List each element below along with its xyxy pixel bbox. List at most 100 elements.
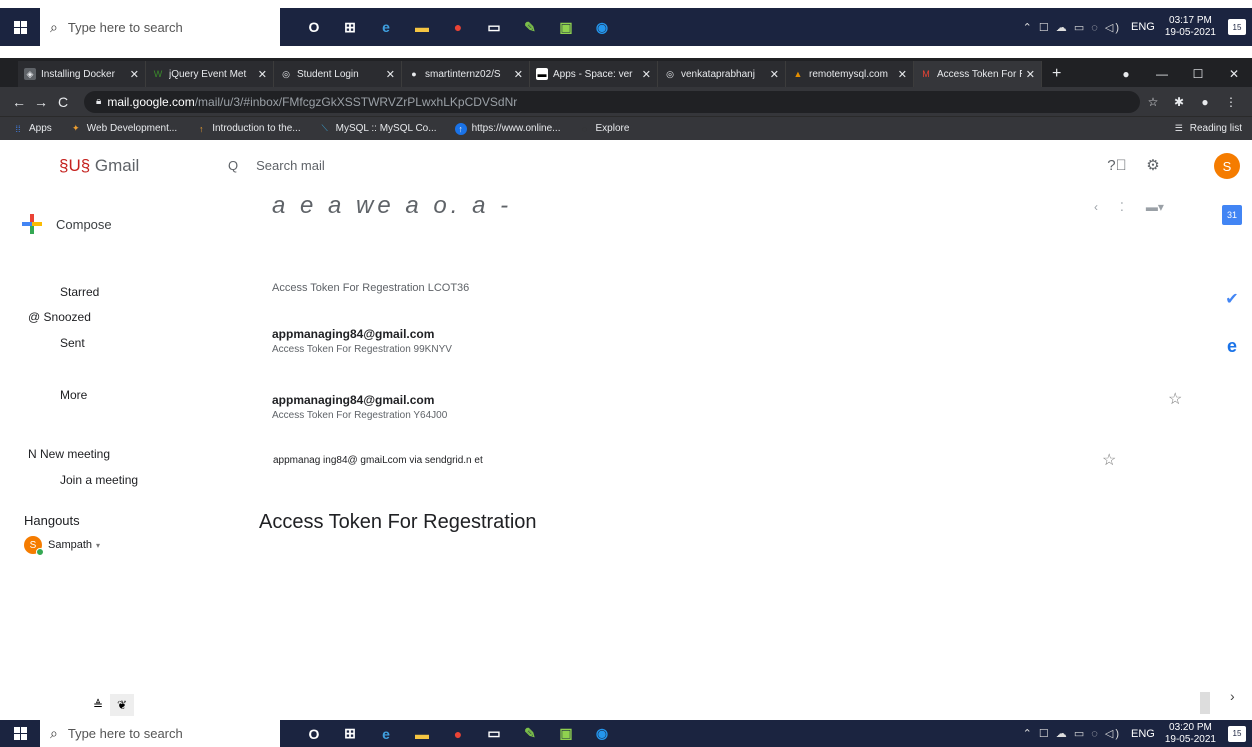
bookmark-item[interactable]: ↑ https://www.online...: [454, 122, 561, 135]
task-view-icon[interactable]: ⊞: [334, 15, 366, 39]
reading-list-button[interactable]: ☰ Reading list: [1173, 123, 1242, 135]
browser-tab[interactable]: ◈ Installing Docker ✕: [18, 61, 146, 87]
docker-icon[interactable]: ◉: [586, 15, 618, 39]
gmail-logo[interactable]: §U§ Gmail: [59, 156, 139, 176]
browser-tab[interactable]: ◎ Student Login ✕: [274, 61, 402, 87]
nav-starred[interactable]: Starred: [60, 285, 99, 299]
system-tray-icons[interactable]: ⌃ ☐ ☁ ▭ ◌ ◁): [1023, 21, 1121, 34]
language-indicator[interactable]: ENG: [1131, 728, 1155, 740]
star-icon[interactable]: ☆: [1102, 450, 1116, 470]
nav-snoozed[interactable]: @ Snoozed: [28, 310, 91, 324]
calendar-icon[interactable]: 31: [1222, 205, 1242, 225]
bookmark-item[interactable]: ↑ Introduction to the...: [195, 123, 301, 135]
new-tab-button[interactable]: +: [1042, 65, 1071, 87]
browser-tab-active[interactable]: M Access Token For R ✕: [914, 61, 1042, 87]
edge-icon[interactable]: e: [370, 722, 402, 746]
system-tray-icons[interactable]: ⌃ ☐ ☁ ▭ ◌ ◁): [1023, 727, 1121, 740]
taskbar-search-box[interactable]: ⌕ Type here to search: [40, 8, 280, 46]
clock[interactable]: 03:20 PM 19-05-2021: [1165, 722, 1216, 746]
nav-sent[interactable]: Sent: [60, 336, 85, 350]
cortana-icon[interactable]: O: [298, 722, 330, 746]
reload-icon[interactable]: C: [52, 94, 74, 110]
nav-more[interactable]: More: [60, 388, 87, 402]
bookmark-label: Introduction to the...: [212, 123, 301, 134]
more-vert-icon[interactable]: ⁚: [1120, 200, 1124, 214]
more-menu-icon[interactable]: ⋮: [1218, 95, 1244, 109]
docker-icon[interactable]: ◉: [586, 722, 618, 746]
search-icon[interactable]: Q: [228, 158, 238, 173]
browser-tab[interactable]: ▲ remotemysql.com ✕: [786, 61, 914, 87]
close-icon[interactable]: ✕: [1026, 68, 1035, 81]
bookmark-item[interactable]: ✦ Web Development...: [70, 123, 177, 135]
mail-from[interactable]: appmanaging84@gmail.com: [272, 393, 434, 407]
address-bar[interactable]: 🔒︎ mail.google.com/mail/u/3/#inbox/FMfcg…: [84, 90, 1140, 113]
windows-start-icon[interactable]: [0, 8, 40, 46]
chevron-right-icon[interactable]: ›: [1230, 688, 1235, 704]
terminal-icon[interactable]: ▭: [478, 15, 510, 39]
help-icon[interactable]: ?⃝: [1106, 154, 1128, 176]
taskbar-search-box[interactable]: ⌕ Type here to search: [40, 720, 280, 747]
mail-subject[interactable]: Access Token For Regestration Y64J00: [272, 410, 447, 421]
browser-tab[interactable]: WjQuery Event Met ✕: [146, 61, 274, 87]
close-icon[interactable]: ✕: [386, 68, 395, 81]
close-icon[interactable]: ✕: [898, 68, 907, 81]
extensions-icon[interactable]: ✱: [1166, 95, 1192, 109]
close-icon[interactable]: ✕: [514, 68, 523, 81]
bookmark-item[interactable]: ◌ Explore: [579, 123, 630, 135]
compose-button[interactable]: Compose: [22, 214, 112, 234]
tasks-icon[interactable]: ✔: [1222, 289, 1242, 309]
notepad-icon[interactable]: ✎: [514, 722, 546, 746]
mail-from[interactable]: appmanaging84@gmail.com: [272, 327, 434, 341]
pycharm-icon[interactable]: ▣: [550, 722, 582, 746]
search-icon: ⌕: [50, 725, 58, 741]
mail-subject[interactable]: Access Token For Regestration LCOT36: [272, 282, 469, 294]
bookmark-item[interactable]: ⟍ MySQL :: MySQL Co...: [319, 123, 436, 135]
browser-tab[interactable]: ▬ Apps - Space: ver ✕: [530, 61, 658, 87]
close-icon[interactable]: ✕: [258, 68, 267, 81]
edge-e-icon[interactable]: e: [1222, 336, 1242, 356]
chevron-down-icon[interactable]: ▾: [96, 541, 100, 550]
account-avatar[interactable]: S: [1214, 153, 1240, 179]
settings-gear-icon[interactable]: ⚙: [1142, 154, 1164, 176]
file-explorer-icon[interactable]: ▬: [406, 722, 438, 746]
forward-icon[interactable]: →: [30, 94, 52, 110]
task-view-icon[interactable]: ⊞: [334, 722, 366, 746]
scrollbar[interactable]: [1200, 692, 1210, 714]
new-meeting[interactable]: N New meeting: [28, 447, 110, 461]
maximize-icon[interactable]: ☐: [1180, 67, 1216, 81]
back-icon[interactable]: ←: [8, 94, 30, 110]
hangouts-user[interactable]: S Sampath ▾: [24, 536, 100, 556]
notepad-icon[interactable]: ✎: [514, 15, 546, 39]
terminal-icon[interactable]: ▭: [478, 722, 510, 746]
profile-icon[interactable]: ●: [1192, 95, 1218, 109]
edge-icon[interactable]: e: [370, 15, 402, 39]
chrome-icon[interactable]: ●: [442, 722, 474, 746]
window-close-icon[interactable]: ✕: [1216, 67, 1252, 81]
close-icon[interactable]: ✕: [130, 68, 139, 81]
browser-tab[interactable]: ● smartinternz02/S ✕: [402, 61, 530, 87]
mail-subject[interactable]: Access Token For Regestration 99KNYV: [272, 344, 452, 355]
file-explorer-icon[interactable]: ▬: [406, 15, 438, 39]
keyboard-icon[interactable]: ▬▾: [1146, 200, 1164, 214]
minimize-icon[interactable]: —: [1144, 67, 1180, 81]
bookmark-star-icon[interactable]: ☆: [1140, 95, 1166, 109]
notification-icon[interactable]: 15: [1228, 725, 1246, 742]
windows-start-icon[interactable]: [0, 720, 40, 747]
notification-icon[interactable]: 15: [1228, 19, 1246, 35]
pycharm-icon[interactable]: ▣: [550, 15, 582, 39]
cortana-icon[interactable]: O: [298, 15, 330, 39]
chrome-icon[interactable]: ●: [442, 15, 474, 39]
language-indicator[interactable]: ENG: [1131, 21, 1155, 33]
close-icon[interactable]: ✕: [642, 68, 651, 81]
hangouts-icon[interactable]: ❦: [110, 694, 134, 716]
record-icon[interactable]: ●: [1108, 67, 1144, 81]
close-icon[interactable]: ✕: [770, 68, 779, 81]
join-meeting[interactable]: Join a meeting: [60, 473, 138, 487]
star-icon[interactable]: ☆: [1168, 389, 1182, 409]
browser-tab[interactable]: ◎ venkataprabhanj ✕: [658, 61, 786, 87]
search-mail[interactable]: Q Search mail: [228, 158, 325, 173]
bookmark-apps[interactable]: ⁞⁞ Apps: [12, 123, 51, 135]
contacts-icon[interactable]: ≜: [86, 694, 110, 716]
clock[interactable]: 03:17 PM 19-05-2021: [1165, 15, 1216, 39]
chevron-left-icon[interactable]: ‹: [1094, 200, 1098, 214]
